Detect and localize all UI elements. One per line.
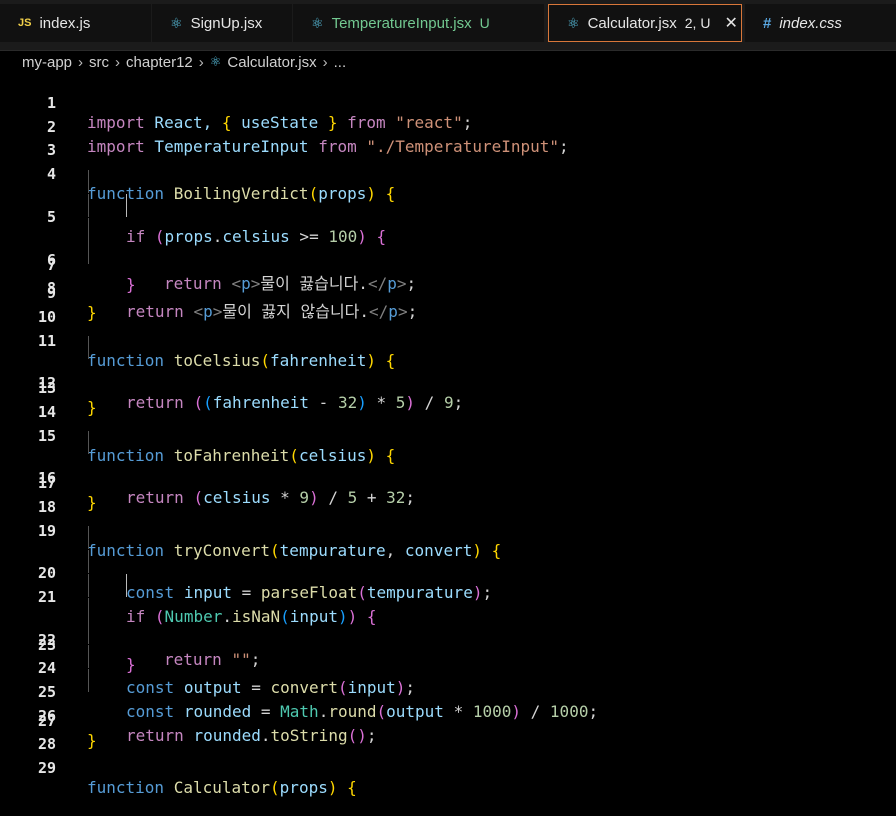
code-line: 11 function toCelsius(fahrenheit) { — [0, 313, 896, 370]
tab-bar: JS index.js ⚛ SignUp.jsx ⚛ TemperatureIn… — [0, 0, 896, 51]
tab-signup-jsx[interactable]: ⚛ SignUp.jsx — [152, 4, 292, 42]
chevron-right-icon: › — [322, 53, 328, 71]
code-line: 10 — [0, 289, 896, 326]
indent-guide — [88, 645, 89, 668]
code-line: 14 — [0, 384, 896, 421]
tab-index-js[interactable]: JS index.js — [0, 4, 151, 42]
chevron-right-icon: › — [115, 53, 121, 71]
indent-guide — [88, 598, 89, 621]
indent-guide — [88, 550, 89, 573]
code-line: 25 const rounded = Math.round(output * 1… — [0, 645, 896, 721]
react-file-icon: ⚛ — [209, 54, 222, 69]
problems-badge: 2, U — [684, 15, 711, 31]
code-line: 15 function toFahrenheit(celsius) { — [0, 408, 896, 465]
code-line: 6 return <p>물이 끓습니다.</p>; — [0, 194, 896, 293]
code-line: 28 — [0, 716, 896, 753]
code-line: 5 if (props.celsius >= 100) { — [0, 170, 896, 246]
code-line: 12 return ((fahrenheit - 32) * 5) / 9; — [0, 336, 896, 412]
indent-guide — [88, 194, 89, 217]
indent-guide — [126, 194, 127, 217]
indent-guide — [88, 574, 89, 597]
tab-label: TemperatureInput.jsx — [331, 14, 472, 32]
code-line: 4 function BoilingVerdict(props) { — [0, 146, 896, 203]
code-editor[interactable]: 1 import React, { useState } from "react… — [0, 74, 896, 797]
code-line: 24 const output = convert(input); — [0, 621, 896, 697]
tab-label: index.js — [39, 14, 91, 32]
code-line: 17 } — [0, 455, 896, 512]
indent-guide — [88, 336, 89, 359]
indent-guide — [88, 431, 89, 454]
code-line: 9 } — [0, 265, 896, 322]
indent-guide — [88, 170, 89, 193]
code-line: 13 } — [0, 360, 896, 417]
indent-guide — [88, 526, 89, 549]
code-line: 26 return rounded.toString(); — [0, 669, 896, 745]
breadcrumb: my-app › src › chapter12 › ⚛ Calculator.… — [0, 51, 896, 73]
code-line: 20 const input = parseFloat(tempurature)… — [0, 526, 896, 602]
javascript-file-icon: JS — [18, 17, 32, 29]
untracked-badge: U — [479, 15, 490, 31]
code-line: 16 return (celsius * 9) / 5 + 32; — [0, 431, 896, 507]
code-line: 27 } — [0, 693, 896, 750]
tab-calculator-jsx[interactable]: ⚛ Calculator.jsx 2, U ✕ — [548, 4, 742, 42]
code-line: 21 if (Number.isNaN(input)) { — [0, 550, 896, 626]
code-line: 1 import React, { useState } from "react… — [0, 75, 896, 132]
code-line: 22 return ""; — [0, 574, 896, 669]
breadcrumb-item[interactable]: Calculator.jsx — [227, 54, 316, 71]
breadcrumb-item[interactable]: ... — [334, 54, 347, 71]
code-line: 8 return <p>물이 끓지 않습니다.</p>; — [0, 241, 896, 321]
indent-guide — [88, 241, 89, 264]
code-text: function Calculator(props) { — [87, 778, 357, 797]
breadcrumb-item[interactable]: my-app — [22, 54, 72, 71]
chevron-right-icon: › — [78, 53, 84, 71]
code-line: 2 import TemperatureInput from "./Temper… — [0, 99, 896, 156]
tab-index-css[interactable]: # index.css — [745, 4, 896, 42]
code-line: 29 function Calculator(props) { — [0, 740, 896, 797]
css-file-icon: # — [763, 14, 772, 32]
indent-guide — [88, 669, 89, 692]
breadcrumb-item[interactable]: src — [89, 54, 109, 71]
close-icon[interactable]: ✕ — [724, 13, 737, 33]
tab-label: index.css — [779, 14, 842, 32]
code-line: 7 } — [0, 218, 896, 294]
chevron-right-icon: › — [198, 53, 204, 71]
indent-guide — [88, 218, 89, 241]
line-number: 29 — [37, 759, 56, 777]
react-file-icon: ⚛ — [170, 14, 183, 31]
indent-guide — [126, 574, 127, 597]
code-line: 18 — [0, 479, 896, 516]
code-line: 3 — [0, 122, 896, 159]
tab-temperatureinput-jsx[interactable]: ⚛ TemperatureInput.jsx U — [293, 4, 544, 42]
indent-guide — [88, 621, 89, 644]
react-file-icon: ⚛ — [567, 14, 580, 31]
react-file-icon: ⚛ — [311, 14, 324, 31]
tab-label: SignUp.jsx — [190, 14, 263, 32]
code-line: 19 function tryConvert(tempurature, conv… — [0, 503, 896, 560]
code-line: 23 } — [0, 598, 896, 674]
tab-label: Calculator.jsx — [587, 14, 677, 32]
breadcrumb-item[interactable]: chapter12 — [126, 54, 193, 71]
